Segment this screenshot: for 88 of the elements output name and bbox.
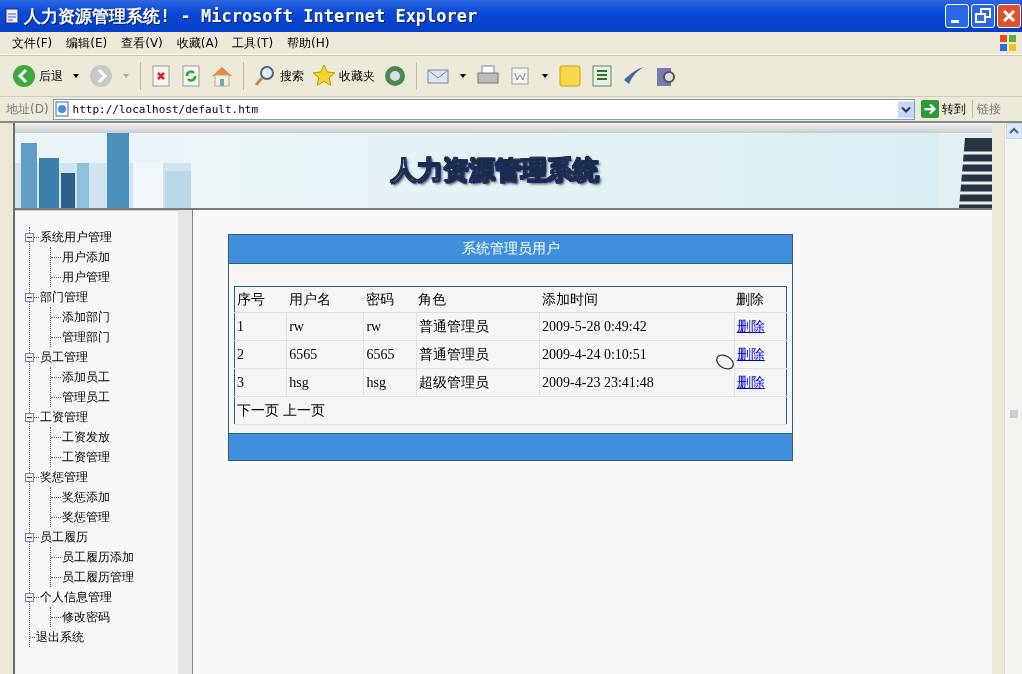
- table-cell: 2: [234, 340, 287, 369]
- menu-item[interactable]: 收藏(A): [172, 34, 229, 52]
- tree-item[interactable]: 管理员工: [61, 388, 110, 406]
- favorites-button[interactable]: 收藏夹: [310, 62, 377, 90]
- collapse-icon[interactable]: [25, 232, 34, 242]
- table-cell: 普通管理员: [416, 312, 540, 341]
- collapse-icon[interactable]: [25, 592, 34, 602]
- dropdown-arrow-icon[interactable]: [460, 74, 466, 78]
- tree-item[interactable]: 用户添加: [61, 248, 110, 266]
- table-cell: 普通管理员: [416, 340, 540, 369]
- tree-item[interactable]: 个人信息管理: [39, 588, 112, 606]
- window-title: 人力资源管理系统! - Microsoft Internet Explorer: [24, 4, 478, 28]
- table-cell: rw: [363, 312, 417, 341]
- back-button[interactable]: 后退: [10, 62, 65, 90]
- go-button[interactable]: 转到: [918, 100, 973, 118]
- tree-item[interactable]: 管理部门: [61, 328, 110, 346]
- table-cell: 3: [234, 368, 287, 397]
- delete-link[interactable]: 删除: [736, 318, 765, 334]
- minimize-icon: [951, 19, 959, 23]
- pager-link[interactable]: 上一页: [283, 402, 325, 418]
- dropdown-icon[interactable]: [897, 100, 914, 118]
- table-cell: 超级管理员: [416, 368, 540, 397]
- table-cell: 6565: [286, 340, 364, 369]
- delete-link[interactable]: 删除: [736, 346, 765, 362]
- scrollbar[interactable]: [1004, 123, 1022, 674]
- tree-item[interactable]: 员工履历管理: [61, 568, 134, 586]
- tree-item[interactable]: 工资管理: [39, 408, 88, 426]
- table-cell: 2009-4-23 23:41:48: [539, 368, 735, 397]
- tree-item[interactable]: 工资发放: [61, 428, 110, 446]
- tree-item[interactable]: 退出系统: [35, 628, 84, 646]
- menu-item[interactable]: 文件(F): [8, 34, 63, 52]
- delete-link[interactable]: 删除: [736, 374, 765, 390]
- menu-item[interactable]: 工具(T): [228, 34, 284, 52]
- column-header: 添加时间: [539, 286, 735, 313]
- dropdown-arrow-icon[interactable]: [73, 74, 79, 78]
- restore-icon: [973, 6, 993, 26]
- star-icon: [312, 64, 336, 88]
- tree-item[interactable]: 奖惩管理: [39, 468, 88, 486]
- windows-logo-icon: [998, 33, 1018, 53]
- hand-cursor-icon: [715, 353, 735, 371]
- collapse-icon[interactable]: [25, 472, 34, 482]
- arrow-icon: [920, 100, 939, 118]
- scroll-up-icon[interactable]: [1005, 123, 1022, 139]
- collapse-icon[interactable]: [25, 292, 34, 302]
- table-cell: 6565: [363, 340, 417, 369]
- column-header: 密码: [363, 286, 417, 313]
- tree-item[interactable]: 添加部门: [61, 308, 110, 326]
- minimize-button[interactable]: [945, 4, 969, 28]
- links-button[interactable]: 链接: [976, 100, 1001, 118]
- tree-item[interactable]: 奖惩添加: [61, 488, 110, 506]
- menu-item[interactable]: 帮助(H): [283, 34, 340, 52]
- table-cell: hsg: [286, 368, 364, 397]
- collapse-icon[interactable]: [25, 532, 34, 542]
- page-icon: [53, 101, 70, 117]
- restore-button[interactable]: [971, 4, 995, 28]
- column-header: 用户名: [286, 286, 364, 313]
- tree-item[interactable]: 用户管理: [61, 268, 110, 286]
- table-cell: 2009-5-28 0:49:42: [539, 312, 735, 341]
- table-cell: hsg: [363, 368, 417, 397]
- address-label: 地址(D): [6, 100, 49, 118]
- banner-title: 人力资源管理系统: [391, 154, 599, 187]
- tree-item[interactable]: 员工履历: [39, 528, 88, 546]
- column-header: 角色: [416, 286, 540, 313]
- menu-item[interactable]: 查看(V): [117, 34, 173, 52]
- tree-item[interactable]: 员工履历添加: [61, 548, 134, 566]
- tree-item[interactable]: 员工管理: [39, 348, 88, 366]
- close-button[interactable]: [997, 4, 1021, 28]
- tree-item[interactable]: 部门管理: [39, 288, 88, 306]
- tree-item[interactable]: 系统用户管理: [39, 228, 112, 246]
- panel-title: 系统管理员用户: [461, 240, 560, 258]
- table-cell: 1: [234, 312, 287, 341]
- table-cell: rw: [286, 312, 364, 341]
- column-header: 删除: [734, 286, 787, 313]
- tree-item[interactable]: 工资管理: [61, 448, 110, 466]
- collapse-icon[interactable]: [25, 352, 34, 362]
- menu-item[interactable]: 编辑(E): [62, 34, 118, 52]
- address-field[interactable]: http://localhost/default.htm: [52, 98, 915, 120]
- tree-item[interactable]: 奖惩管理: [61, 508, 110, 526]
- dropdown-arrow-icon[interactable]: [542, 74, 548, 78]
- page-icon: [4, 8, 20, 24]
- pager-link[interactable]: 下一页: [237, 402, 279, 418]
- scroll-thumb-grip-icon[interactable]: [1009, 410, 1018, 418]
- collapse-icon[interactable]: [25, 412, 34, 422]
- search-button[interactable]: 搜索: [251, 62, 306, 90]
- tree-item[interactable]: 修改密码: [61, 608, 110, 626]
- column-header: 序号: [234, 286, 287, 313]
- search-icon: [253, 64, 277, 88]
- tree-item[interactable]: 添加员工: [61, 368, 110, 386]
